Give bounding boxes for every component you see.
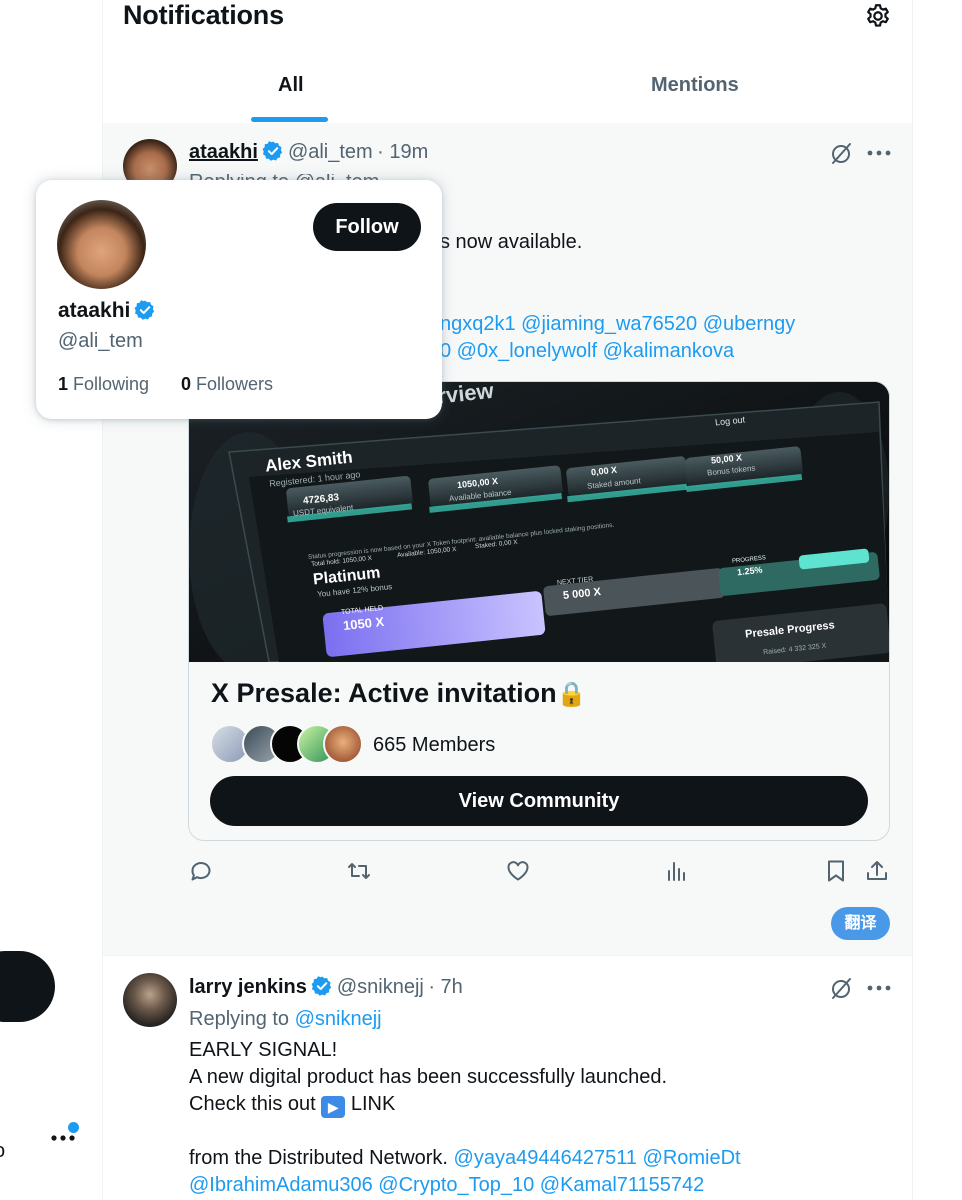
hover-card-name-row: ataakhi [58, 299, 160, 323]
hover-card-handle[interactable]: @ali_tem [58, 330, 143, 353]
author-name[interactable]: larry jenkins [189, 976, 307, 998]
reply-icon[interactable] [188, 858, 214, 884]
views-icon[interactable] [664, 858, 690, 884]
grok-icon[interactable] [829, 140, 855, 166]
post-mentions-line1[interactable]: ngxq2k1 @jiaming_wa76520 @uberngy [440, 311, 795, 338]
bookmark-icon[interactable] [823, 858, 849, 884]
avatar[interactable] [123, 973, 177, 1027]
post-divider [103, 955, 912, 956]
author-handle[interactable]: @sniknejj [337, 976, 424, 998]
post-text-line: from the Distributed Network. @yaya49446… [189, 1147, 741, 1169]
post-text: s now available. [440, 231, 583, 253]
tab-all[interactable]: All [278, 74, 304, 97]
avatar[interactable] [57, 200, 146, 289]
view-community-button[interactable]: View Community [210, 776, 868, 826]
following-stat[interactable]: 1 Following [58, 374, 149, 395]
post-text-line: Check this out ▶ LINK [189, 1091, 395, 1118]
author-handle[interactable]: @ali_tem [288, 141, 373, 163]
community-title: X Presale: Active invitation🔒 [211, 678, 587, 708]
replying-to-handle[interactable]: @sniknejj [295, 1008, 382, 1030]
follow-button[interactable]: Follow [313, 203, 421, 251]
play-emoji-icon: ▶ [321, 1096, 346, 1118]
share-icon[interactable] [864, 858, 890, 884]
gear-icon[interactable] [864, 2, 892, 30]
verified-badge-icon [262, 141, 283, 161]
verified-badge-icon [134, 300, 155, 320]
like-icon[interactable] [505, 858, 531, 884]
mentions[interactable]: @IbrahimAdamu306 @Crypto_Top_10 @Kamal71… [189, 1172, 704, 1199]
verified-badge-icon [311, 976, 331, 996]
post-header: ataakhi @ali_tem · 19m [189, 140, 428, 164]
more-icon[interactable] [50, 1134, 76, 1142]
replying-to: Replying to @sniknejj [189, 1008, 382, 1030]
sidebar-edge-text: o [0, 1140, 5, 1163]
post-mentions-line2[interactable]: 0 @0x_lonelywolf @kalimankova [440, 338, 734, 365]
mentions[interactable]: @yaya49446427511 @RomieDt [454, 1147, 741, 1169]
followers-stat[interactable]: 0 Followers [181, 374, 273, 395]
hover-card-name[interactable]: ataakhi [58, 299, 130, 322]
post-header: larry jenkins @sniknejj · 7h [189, 975, 463, 999]
members-count: 665 Members [373, 734, 496, 756]
profile-hover-card: Follow ataakhi @ali_tem 1 Following 0 Fo… [36, 180, 442, 419]
active-tab-indicator [251, 117, 328, 122]
notification-dot [68, 1122, 79, 1133]
page-title: Notifications [123, 0, 284, 30]
post-text-line: A new digital product has been successfu… [189, 1066, 668, 1088]
more-options-icon[interactable] [866, 149, 892, 157]
grok-icon[interactable] [829, 975, 855, 1001]
community-card[interactable]: verview Log out Alex Smith Registered: 1… [188, 381, 890, 841]
post-time[interactable]: · 19m [377, 141, 428, 163]
translate-button[interactable]: 翻译 [831, 907, 890, 940]
author-name[interactable]: ataakhi [189, 141, 258, 163]
tab-mentions[interactable]: Mentions [651, 74, 739, 97]
post-time[interactable]: · 7h [428, 976, 462, 998]
post-text-line: EARLY SIGNAL! [189, 1039, 338, 1061]
repost-icon[interactable] [346, 858, 372, 884]
post-button-partial[interactable] [0, 951, 55, 1022]
card-image: verview Log out Alex Smith Registered: 1… [189, 382, 889, 662]
member-avatar [323, 724, 363, 764]
more-options-icon[interactable] [866, 984, 892, 992]
